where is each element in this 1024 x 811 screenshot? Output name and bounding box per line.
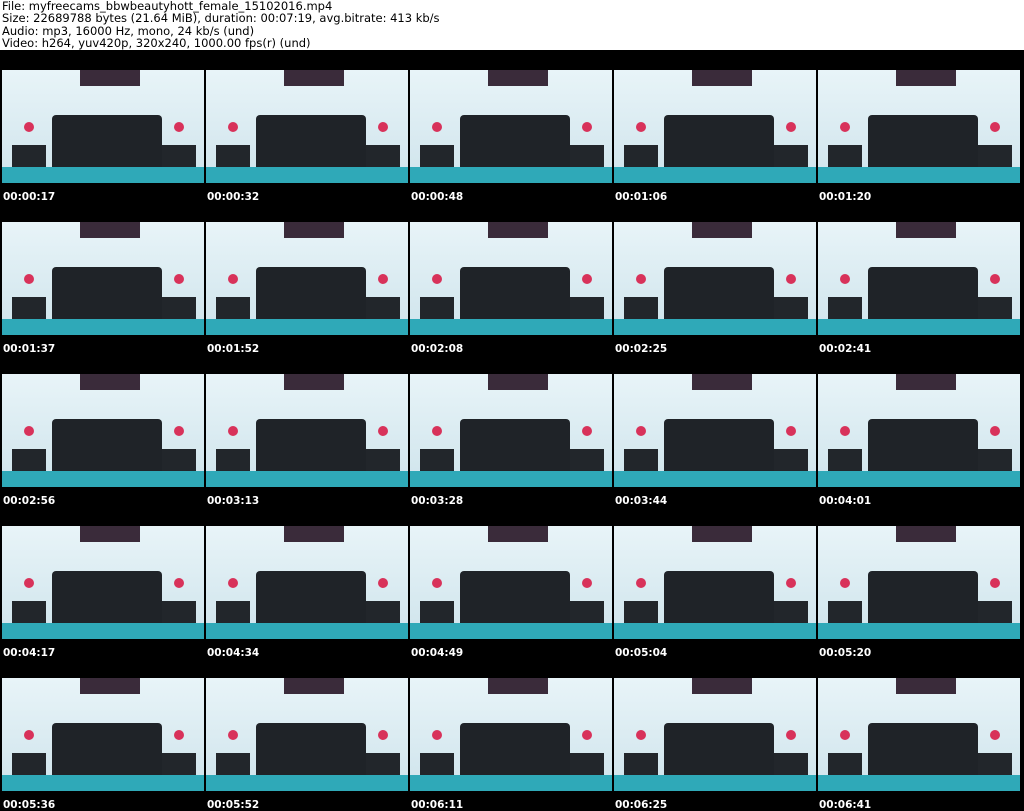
frame-thumbnail bbox=[614, 526, 816, 639]
frame-thumbnail bbox=[206, 374, 408, 487]
frame-thumbnail bbox=[206, 70, 408, 183]
frame-cell: 00:05:04 bbox=[612, 506, 816, 659]
frame-cell: 00:05:52 bbox=[204, 658, 408, 811]
frame-thumbnail bbox=[818, 70, 1020, 183]
frame-timestamp: 00:06:11 bbox=[411, 799, 464, 811]
frame-cell: 00:02:25 bbox=[612, 202, 816, 355]
frame-cell: 00:02:56 bbox=[0, 354, 204, 507]
frame-cell: 00:04:34 bbox=[204, 506, 408, 659]
frame-thumbnail bbox=[818, 678, 1020, 791]
frame-thumbnail bbox=[2, 526, 204, 639]
frame-thumbnail bbox=[410, 222, 612, 335]
frame-thumbnail bbox=[818, 526, 1020, 639]
frame-cell: 00:01:52 bbox=[204, 202, 408, 355]
frame-cell: 00:00:48 bbox=[408, 50, 612, 203]
frame-thumbnail bbox=[206, 222, 408, 335]
frame-thumbnail bbox=[410, 526, 612, 639]
frame-cell: 00:02:08 bbox=[408, 202, 612, 355]
frame-cell: 00:01:06 bbox=[612, 50, 816, 203]
frame-timestamp: 00:06:25 bbox=[615, 799, 668, 811]
frame-thumbnail bbox=[818, 374, 1020, 487]
frame-cell: 00:05:20 bbox=[816, 506, 1020, 659]
file-info-header: File: myfreecams_bbwbeautyhott_female_15… bbox=[0, 0, 1024, 50]
frame-cell: 00:00:32 bbox=[204, 50, 408, 203]
thumbnail-grid: 00:00:17 00:00:32 00:00:48 00:01:06 00:01:20… bbox=[0, 50, 1024, 811]
frame-thumbnail bbox=[2, 70, 204, 183]
frame-thumbnail bbox=[206, 678, 408, 791]
frame-thumbnail bbox=[614, 678, 816, 791]
frame-thumbnail bbox=[614, 222, 816, 335]
frame-timestamp: 00:06:41 bbox=[819, 799, 872, 811]
frame-cell: 00:01:20 bbox=[816, 50, 1020, 203]
frame-cell: 00:03:44 bbox=[612, 354, 816, 507]
frame-cell: 00:04:17 bbox=[0, 506, 204, 659]
frame-thumbnail bbox=[614, 374, 816, 487]
frame-thumbnail bbox=[2, 222, 204, 335]
frame-thumbnail bbox=[614, 70, 816, 183]
frame-timestamp: 00:05:36 bbox=[3, 799, 56, 811]
frame-cell: 00:06:11 bbox=[408, 658, 612, 811]
frame-thumbnail bbox=[2, 374, 204, 487]
frame-cell: 00:02:41 bbox=[816, 202, 1020, 355]
frame-cell: 00:04:49 bbox=[408, 506, 612, 659]
frame-thumbnail bbox=[410, 70, 612, 183]
frame-thumbnail bbox=[818, 222, 1020, 335]
frame-cell: 00:06:41 bbox=[816, 658, 1020, 811]
file-size: Size: 22689788 bytes (21.64 MiB), durati… bbox=[2, 11, 440, 26]
frame-cell: 00:03:13 bbox=[204, 354, 408, 507]
frame-timestamp: 00:05:52 bbox=[207, 799, 260, 811]
frame-cell: 00:01:37 bbox=[0, 202, 204, 355]
frame-thumbnail bbox=[410, 374, 612, 487]
frame-thumbnail bbox=[206, 526, 408, 639]
frame-thumbnail bbox=[410, 678, 612, 791]
frame-cell: 00:05:36 bbox=[0, 658, 204, 811]
frame-cell: 00:06:25 bbox=[612, 658, 816, 811]
frame-cell: 00:03:28 bbox=[408, 354, 612, 507]
frame-thumbnail bbox=[2, 678, 204, 791]
frame-cell: 00:00:17 bbox=[0, 50, 204, 203]
frame-cell: 00:04:01 bbox=[816, 354, 1020, 507]
video-info: Video: h264, yuv420p, 320x240, 1000.00 f… bbox=[2, 35, 311, 50]
